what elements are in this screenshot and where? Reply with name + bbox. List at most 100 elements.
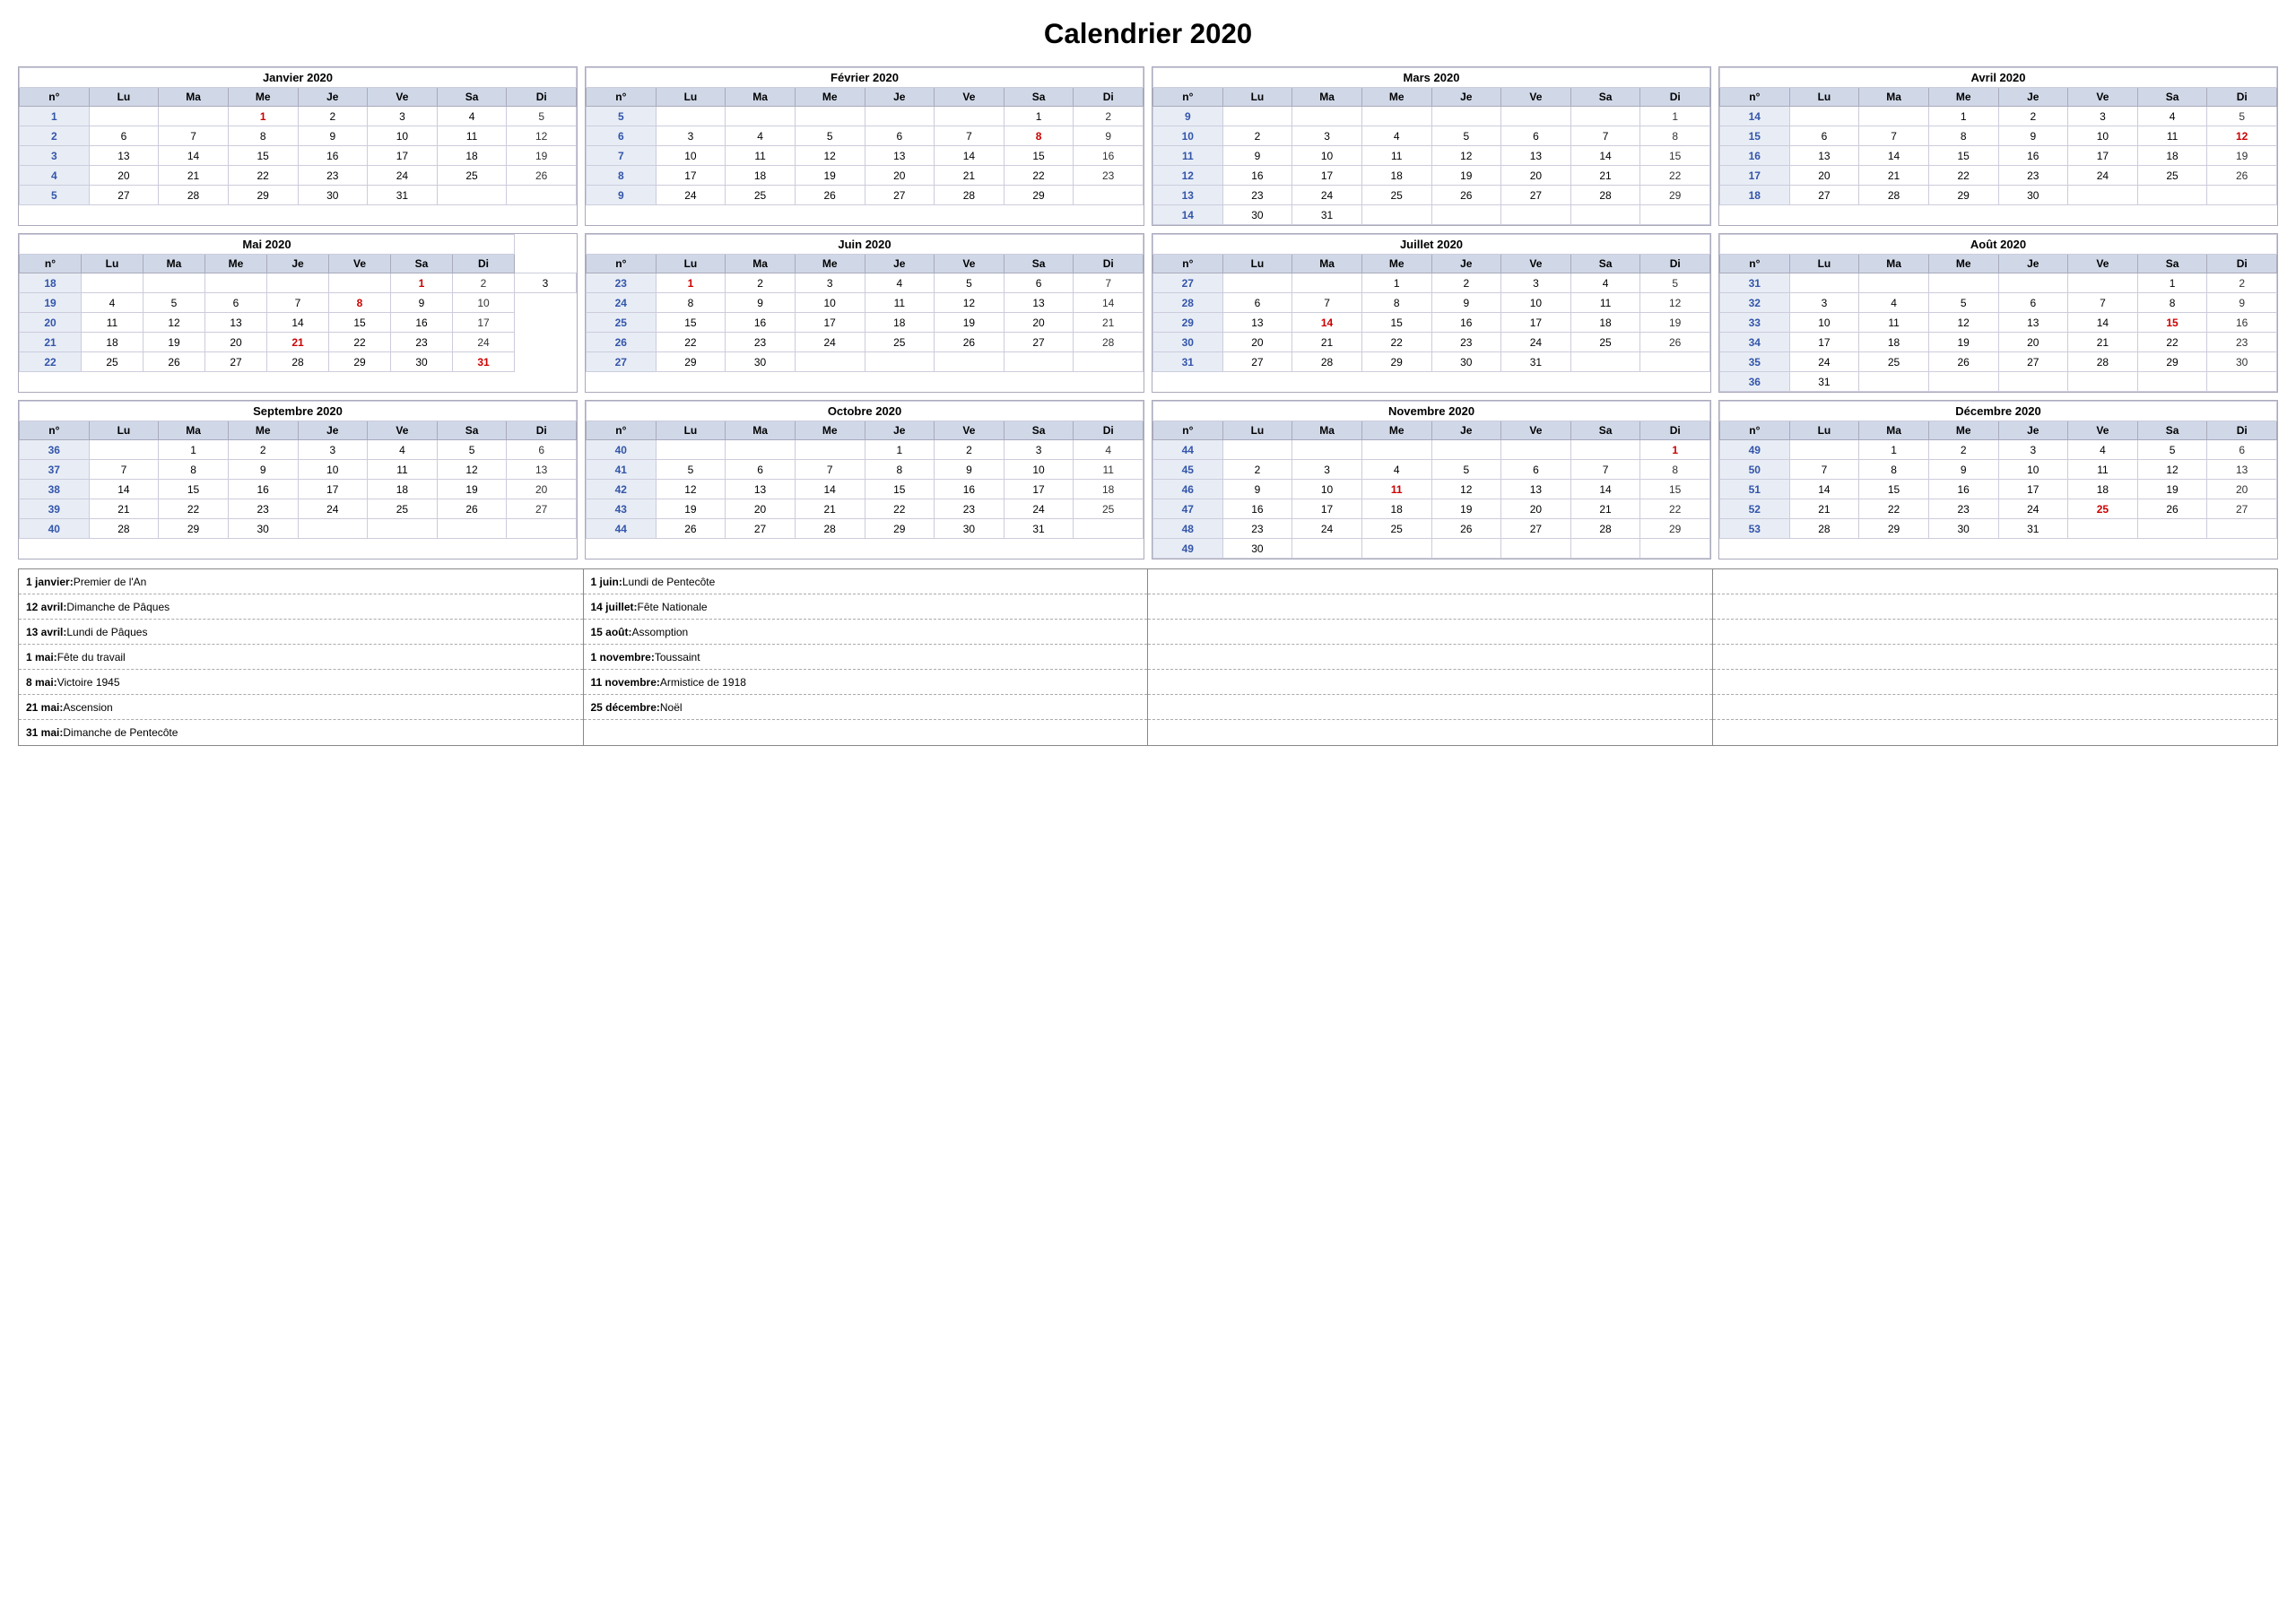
col-header: n° [20, 255, 82, 273]
day-cell: 24 [1292, 186, 1362, 205]
day-cell: 10 [656, 146, 726, 166]
calendar-grid: Janvier 2020n°LuMaMeJeVeSaDi112345267891… [18, 66, 2278, 559]
day-cell: 30 [1928, 519, 1998, 539]
day-cell: 4 [865, 273, 935, 293]
day-cell [1292, 539, 1362, 559]
day-cell: 5 [656, 460, 726, 480]
day-cell: 14 [1859, 146, 1929, 166]
day-cell [89, 440, 159, 460]
col-header: Me [1928, 88, 1998, 107]
day-cell: 2 [1222, 126, 1292, 146]
holiday-row: 12 avril: Dimanche de Pâques [19, 594, 583, 620]
day-cell: 24 [368, 166, 438, 186]
col-header: Ma [1859, 421, 1929, 440]
day-cell [1222, 440, 1292, 460]
col-header: Ve [368, 421, 438, 440]
week-number: 28 [1153, 293, 1223, 313]
week-number: 39 [20, 499, 90, 519]
col-header: n° [20, 421, 90, 440]
col-header: Je [1431, 421, 1501, 440]
day-cell: 16 [391, 313, 453, 333]
col-header: Me [1928, 421, 1998, 440]
day-cell: 21 [159, 166, 229, 186]
day-cell: 6 [507, 440, 577, 460]
month-8: Août 2020n°LuMaMeJeVeSaDi311232345678933… [1718, 233, 2278, 393]
day-cell: 22 [329, 333, 391, 352]
day-cell [1501, 539, 1571, 559]
day-cell [1859, 107, 1929, 126]
holiday-date: 1 janvier: [26, 576, 74, 588]
day-cell [726, 107, 796, 126]
holiday-date: 31 mai: [26, 726, 63, 739]
day-cell: 11 [368, 460, 438, 480]
col-header: Sa [437, 88, 507, 107]
day-cell: 12 [656, 480, 726, 499]
day-cell [2207, 186, 2277, 205]
day-cell: 10 [1004, 460, 1074, 480]
week-number: 20 [20, 313, 82, 333]
col-header: Lu [1789, 88, 1859, 107]
day-cell: 18 [82, 333, 144, 352]
day-cell: 11 [1570, 293, 1640, 313]
day-cell: 14 [1789, 480, 1859, 499]
day-cell: 27 [1501, 519, 1571, 539]
holiday-date: 11 novembre: [591, 676, 660, 689]
col-header: n° [587, 88, 657, 107]
day-cell: 22 [1640, 166, 1710, 186]
day-cell: 31 [1998, 519, 2068, 539]
day-cell: 14 [267, 313, 329, 333]
week-number: 5 [587, 107, 657, 126]
col-header: n° [587, 255, 657, 273]
day-cell [795, 352, 865, 372]
holiday-row [584, 720, 1148, 745]
day-cell: 7 [1570, 460, 1640, 480]
day-cell: 9 [935, 460, 1004, 480]
day-cell: 11 [82, 313, 144, 333]
col-header: Ve [368, 88, 438, 107]
col-header: Ve [2068, 88, 2138, 107]
day-cell: 12 [1431, 480, 1501, 499]
day-cell: 20 [205, 333, 267, 352]
day-cell: 19 [656, 499, 726, 519]
day-cell: 18 [1361, 166, 1431, 186]
day-cell: 13 [1789, 146, 1859, 166]
col-header: Me [1361, 421, 1431, 440]
day-cell [1431, 440, 1501, 460]
col-header: Me [228, 421, 298, 440]
day-cell: 12 [1640, 293, 1710, 313]
day-cell: 14 [2068, 313, 2138, 333]
month-2: Février 2020n°LuMaMeJeVeSaDi512634567897… [585, 66, 1144, 226]
week-number: 10 [1153, 126, 1223, 146]
day-cell: 11 [2137, 126, 2207, 146]
day-cell [935, 352, 1004, 372]
col-header: Je [1998, 255, 2068, 273]
holiday-row-empty [1148, 695, 1712, 720]
day-cell: 8 [1859, 460, 1929, 480]
day-cell: 19 [1928, 333, 1998, 352]
day-cell: 8 [1928, 126, 1998, 146]
day-cell: 31 [1004, 519, 1074, 539]
holiday-row: 11 novembre: Armistice de 1918 [584, 670, 1148, 695]
day-cell: 15 [1004, 146, 1074, 166]
day-cell: 24 [1292, 519, 1362, 539]
day-cell: 26 [437, 499, 507, 519]
day-cell: 19 [935, 313, 1004, 333]
holiday-row: 25 décembre: Noël [584, 695, 1148, 720]
day-cell [1501, 205, 1571, 225]
day-cell: 21 [2068, 333, 2138, 352]
week-number: 35 [1720, 352, 1790, 372]
holidays-col-1: 1 janvier: Premier de l'An12 avril: Dima… [19, 569, 584, 745]
day-cell: 27 [2207, 499, 2277, 519]
day-cell [1361, 107, 1431, 126]
col-header: Sa [1570, 255, 1640, 273]
day-cell: 29 [1004, 186, 1074, 205]
col-header: Je [298, 421, 368, 440]
day-cell: 13 [1501, 480, 1571, 499]
holiday-date: 15 août: [591, 626, 632, 638]
month-12: Décembre 2020n°LuMaMeJeVeSaDi49123456507… [1718, 400, 2278, 559]
col-header: Me [228, 88, 298, 107]
day-cell [1431, 107, 1501, 126]
day-cell: 26 [507, 166, 577, 186]
month-title: Décembre 2020 [1720, 402, 2277, 421]
holiday-date: 8 mai: [26, 676, 57, 689]
